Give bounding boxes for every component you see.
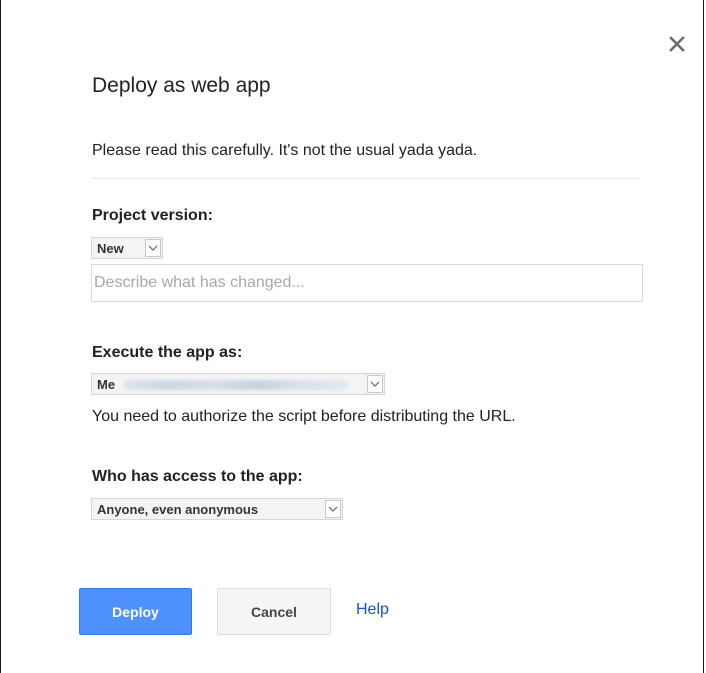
chevron-down-icon	[325, 500, 341, 518]
dialog-title: Deploy as web app	[92, 74, 271, 97]
project-version-value: New	[97, 240, 124, 256]
version-description-input[interactable]	[91, 264, 643, 302]
execute-as-label: Execute the app as:	[92, 344, 243, 361]
access-select[interactable]: Anyone, even anonymous	[91, 498, 343, 520]
project-version-select[interactable]: New	[91, 237, 163, 259]
project-version-label: Project version:	[92, 207, 213, 224]
access-value: Anyone, even anonymous	[97, 501, 259, 517]
authorize-note: You need to authorize the script before …	[92, 408, 516, 425]
warning-text: Please read this carefully. It's not the…	[92, 142, 478, 159]
help-link[interactable]: Help	[356, 601, 389, 619]
redacted-email	[123, 380, 349, 391]
deploy-dialog: Deploy as web app Please read this caref…	[0, 0, 704, 673]
chevron-down-icon	[367, 375, 383, 393]
execute-as-value: Me	[97, 376, 116, 392]
close-icon[interactable]	[667, 34, 687, 54]
execute-as-select[interactable]: Me	[91, 373, 385, 395]
deploy-button[interactable]: Deploy	[79, 588, 192, 635]
cancel-button[interactable]: Cancel	[217, 588, 331, 635]
chevron-down-icon	[145, 239, 161, 257]
divider	[92, 178, 640, 179]
access-label: Who has access to the app:	[92, 468, 303, 485]
